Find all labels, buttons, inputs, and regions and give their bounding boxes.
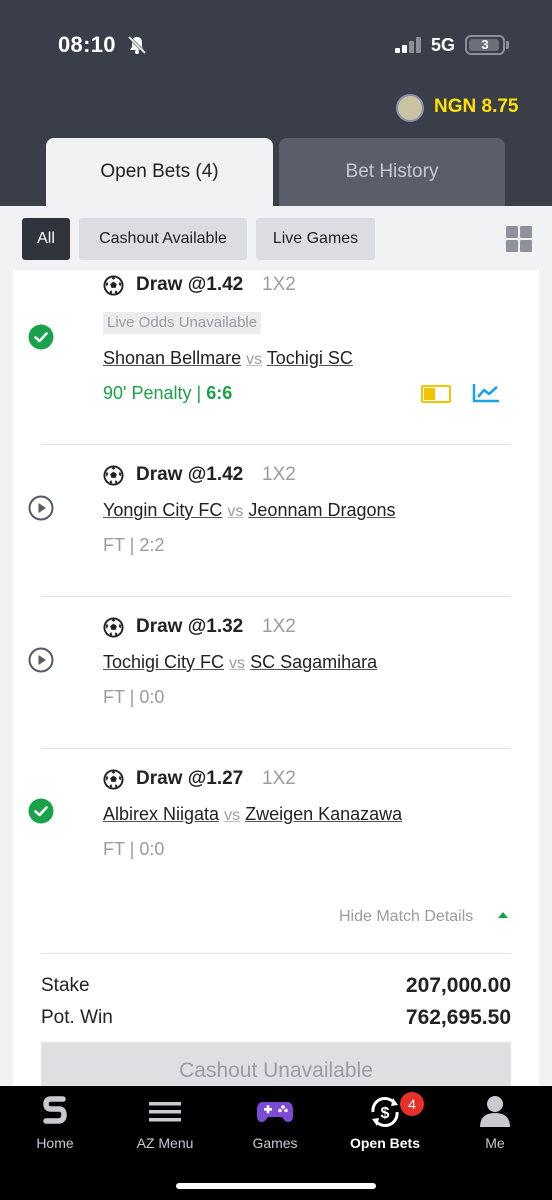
home-team[interactable]: Tochigi City FC (103, 652, 224, 672)
soccer-ball-icon (103, 275, 124, 296)
potential-win-label: Pot. Win (41, 1007, 113, 1028)
nav-open-bets[interactable]: $ Open Bets (330, 1086, 440, 1166)
nav-label: AZ Menu (136, 1135, 194, 1151)
match-result: FT | 0:0 (103, 839, 165, 859)
filter-bar: All Cashout Available Live Games (0, 206, 552, 270)
home-team[interactable]: Shonan Bellmare (103, 348, 241, 368)
home-team[interactable]: Albirex Niigata (103, 804, 219, 824)
divider (41, 953, 511, 954)
check-circle-icon (28, 798, 54, 824)
open-bets-badge: 4 (400, 1092, 424, 1116)
menu-icon (149, 1102, 181, 1122)
bet-teams[interactable]: Shonan Bellmare vs Tochigi SC (103, 348, 353, 369)
soccer-ball-icon (103, 465, 124, 486)
check-circle-icon (28, 324, 54, 350)
bet-teams[interactable]: Tochigi City FC vs SC Sagamihara (103, 652, 377, 673)
live-tv-icon[interactable] (421, 384, 451, 404)
bet-pick: Draw @1.32 (136, 616, 244, 637)
nav-me[interactable]: Me (440, 1086, 550, 1166)
live-odds-notice: Live Odds Unavailable (103, 312, 262, 334)
bet-teams[interactable]: Yongin City FC vs Jeonnam Dragons (103, 500, 396, 521)
vs-label: vs (246, 351, 263, 368)
away-team[interactable]: SC Sagamihara (250, 652, 377, 672)
match-result: FT | 0:0 (103, 687, 165, 707)
nav-games[interactable]: Games (220, 1086, 330, 1166)
bet-pick: Draw @1.27 (136, 768, 244, 789)
vs-label: vs (224, 807, 241, 824)
nav-az-menu[interactable]: AZ Menu (110, 1086, 220, 1166)
svg-text:$: $ (381, 1105, 390, 1122)
filter-live-games[interactable]: Live Games (256, 218, 375, 260)
bet-pick: Draw @1.42 (136, 274, 244, 295)
nav-label: Me (485, 1135, 505, 1151)
tab-open-bets[interactable]: Open Bets (4) (46, 138, 273, 206)
nav-home[interactable]: Home (0, 1086, 110, 1166)
soccer-ball-icon (103, 769, 124, 790)
home-indicator[interactable] (176, 1183, 376, 1189)
soccer-ball-icon (103, 617, 124, 638)
signal-icon (395, 37, 421, 53)
filter-all[interactable]: All (22, 218, 70, 260)
top-header: 08:10 5G 3 NGN 8.75 Open Bets (4) Bet Hi… (0, 0, 552, 206)
bet-market: 1X2 (262, 616, 296, 637)
nav-label: Home (36, 1135, 74, 1151)
divider (41, 748, 511, 749)
status-time: 08:10 (58, 32, 116, 57)
nav-label: Open Bets (349, 1135, 420, 1151)
match-score: 6:6 (206, 383, 233, 403)
account-balance[interactable]: NGN 8.75 (434, 96, 518, 118)
away-team[interactable]: Zweigen Kanazawa (245, 804, 402, 824)
match-result: FT | 2:2 (103, 535, 165, 555)
grid-view-icon[interactable] (506, 226, 532, 252)
vs-label: vs (229, 655, 246, 672)
battery-icon: 3 (465, 35, 505, 55)
away-team[interactable]: Jeonnam Dragons (248, 500, 395, 520)
sporty-logo-icon (43, 1096, 67, 1124)
bet-slip-card: Draw @1.42 1X2 Live Odds Unavailable Sho… (13, 270, 539, 1100)
potential-win-value: 762,695.50 (405, 1006, 511, 1029)
user-icon (480, 1096, 510, 1127)
network-label: 5G (431, 35, 456, 55)
gamepad-icon (257, 1102, 293, 1122)
bet-market: 1X2 (262, 768, 296, 789)
bet-market: 1X2 (262, 464, 296, 485)
bet-pick: Draw @1.42 (136, 464, 244, 485)
live-score: 90' Penalty | 6:6 (103, 383, 232, 404)
nav-label: Games (252, 1135, 298, 1151)
stats-chart-icon[interactable] (471, 382, 501, 404)
bell-muted-icon (127, 35, 147, 55)
caret-up-icon[interactable] (497, 911, 509, 919)
vs-label: vs (227, 503, 244, 520)
status-bar: 08:10 5G 3 (0, 0, 552, 90)
bet-teams[interactable]: Albirex Niigata vs Zweigen Kanazawa (103, 804, 402, 825)
play-circle-icon (28, 495, 54, 521)
hide-match-details-link[interactable]: Hide Match Details (339, 908, 473, 926)
divider (41, 596, 511, 597)
bet-market: 1X2 (262, 274, 296, 295)
tab-bet-history[interactable]: Bet History (279, 138, 505, 206)
open-bets-icon: $ (371, 1097, 399, 1127)
stake-value: 207,000.00 (405, 974, 511, 997)
stake-label: Stake (41, 975, 90, 996)
battery-level: 3 (481, 37, 489, 52)
match-minute: 90' Penalty | (103, 383, 202, 403)
wallet-icon[interactable] (396, 94, 424, 122)
filter-cashout-available[interactable]: Cashout Available (79, 218, 247, 260)
home-team[interactable]: Yongin City FC (103, 500, 222, 520)
away-team[interactable]: Tochigi SC (267, 348, 353, 368)
divider (41, 444, 511, 445)
play-circle-icon (28, 647, 54, 673)
